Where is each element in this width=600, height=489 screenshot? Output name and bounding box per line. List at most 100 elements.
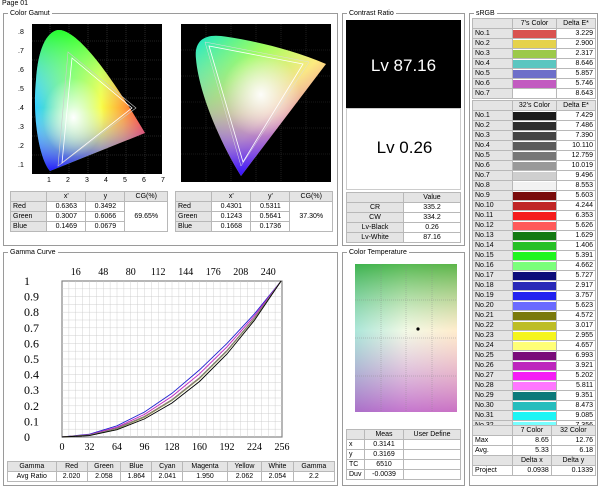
srgb-delta-value: 5.727 — [556, 270, 596, 281]
gamut-header: CG(%) — [124, 191, 168, 202]
srgb-row: No.19 3.757 — [472, 290, 596, 301]
gamut-value: 0.0679 — [85, 221, 126, 232]
gamma-table-header: Yellow — [226, 461, 263, 472]
gamma-bottom-tick: 256 — [275, 442, 290, 453]
color-swatch — [512, 250, 557, 261]
gamma-table-value-row: Avg Ratio 2.020 2.058 1.864 2.041 1.950 2.062 2… — [7, 471, 336, 482]
color-swatch — [512, 400, 557, 411]
xy-y-tick: .7 — [18, 48, 24, 55]
summary-max-label: Max — [472, 435, 513, 446]
gamma-bottom-tick: 64 — [112, 442, 122, 453]
srgb-row-label: No.4 — [472, 58, 513, 69]
srgb-row: No.4 10.110 — [472, 140, 596, 151]
gamma-table-row-label: Avg Ratio — [7, 471, 57, 482]
gamut-header — [9, 191, 48, 202]
gamma-table-value: 1.950 — [182, 471, 228, 482]
gamma-bottom-tick: 0 — [60, 442, 65, 453]
srgb-row: No.16 4.662 — [472, 260, 596, 271]
color-swatch-fill — [513, 271, 556, 280]
color-swatch-fill — [513, 221, 556, 230]
delta-header-y: Delta y — [550, 455, 597, 466]
contrast-label: CR — [346, 202, 404, 213]
color-swatch — [512, 390, 557, 401]
contrast-label: Lv-Black — [346, 222, 404, 233]
gamut-table-xy: x' y CG(%) Red 0.6363 0.3492 69.65% Gree… — [9, 191, 168, 232]
srgb-delta-value: 5.391 — [556, 250, 596, 261]
gamut-value: 0.3007 — [46, 211, 87, 222]
color-swatch — [512, 380, 557, 391]
srgb-row-label: No.16 — [472, 260, 513, 271]
gamma-top-tick: 176 — [206, 267, 221, 278]
srgb-row: No.17 5.727 — [472, 270, 596, 281]
gamut-header — [174, 191, 213, 202]
gamma-table-header-row: Gamma Red Green Blue Cyan Magenta Yellow White G… — [7, 461, 336, 472]
gamma-table-value: 2.041 — [151, 471, 184, 482]
xy-y-tick: .6 — [18, 67, 24, 74]
gamma-y-tick: 0.4 — [24, 368, 39, 382]
color-swatch-fill — [513, 411, 556, 420]
color-swatch-fill — [513, 231, 556, 240]
gamma-table-header: White — [261, 461, 294, 472]
srgb-row: No.1 7.429 — [472, 110, 596, 121]
color-swatch-fill — [513, 39, 556, 48]
color-temp-table: Meas User Define x 0.3141 y 0.3169 TC 6510 … — [346, 429, 461, 480]
srgb-row: No.23 2.955 — [472, 330, 596, 341]
srgb-row: No.6 5.746 — [472, 78, 596, 89]
cie-uv-diagram — [181, 24, 331, 182]
gamma-top-tick: 48 — [98, 267, 108, 278]
srgb-row: No.31 9.085 — [472, 410, 596, 421]
gamut-value: 0.6363 — [46, 201, 87, 212]
xy-x-ticks: 1 2 3 4 5 6 7 — [30, 177, 170, 185]
summary-max-7: 8.65 — [512, 435, 552, 446]
srgb-32-rows: No.1 7.429 No.2 7.486 No.3 7.390 No.4 10.110 No.… — [472, 110, 596, 431]
gamut-row-label: Green — [9, 211, 48, 222]
summary-header-7: 7 Color — [512, 425, 552, 436]
srgb-row-label: No.14 — [472, 240, 513, 251]
srgb-row: No.7 8.643 — [472, 88, 596, 99]
xy-y-tick: .3 — [18, 124, 24, 131]
color-gamut-title: Color Gamut — [8, 9, 52, 18]
color-swatch — [512, 200, 557, 211]
color-swatch-fill — [513, 111, 556, 120]
gamma-bottom-tick: 160 — [192, 442, 207, 453]
srgb-row: No.28 5.811 — [472, 380, 596, 391]
project-label: Project — [472, 465, 513, 476]
srgb-row: No.14 1.406 — [472, 240, 596, 251]
color-swatch-fill — [513, 351, 556, 360]
gamma-bottom-tick: 224 — [247, 442, 262, 453]
color-swatch-fill — [513, 141, 556, 150]
color-swatch — [512, 410, 557, 421]
contrast-value: 87.16 — [403, 232, 461, 243]
srgb-row: No.5 5.857 — [472, 68, 596, 79]
gamut-row-label: Blue — [9, 221, 48, 232]
gamma-y-tick: 0.3 — [24, 383, 39, 397]
gamma-bottom-tick: 192 — [220, 442, 235, 453]
srgb-header-color: 7's Color — [512, 18, 557, 29]
ct-user — [403, 469, 461, 480]
srgb-row: No.10 4.244 — [472, 200, 596, 211]
srgb-panel: sRGB 7's Color Delta E* No.1 3.229 No.2 2.9… — [469, 9, 598, 486]
color-swatch — [512, 290, 557, 301]
gamma-bottom-tick: 96 — [140, 442, 150, 453]
xy-y-tick: .8 — [18, 29, 24, 36]
srgb-delta-value: 10.019 — [556, 160, 596, 171]
srgb-row: No.8 8.553 — [472, 180, 596, 191]
srgb-row: No.6 10.019 — [472, 160, 596, 171]
color-swatch-fill — [513, 261, 556, 270]
srgb-row-label: No.6 — [472, 78, 513, 89]
srgb-row-label: No.4 — [472, 140, 513, 151]
srgb-row: No.7 9.496 — [472, 170, 596, 181]
gamma-top-tick: 240 — [261, 267, 276, 278]
ct-user — [403, 449, 461, 460]
gamma-top-tick: 16 — [71, 267, 81, 278]
srgb-row-label: No.12 — [472, 220, 513, 231]
gamma-table-value: 2.054 — [261, 471, 294, 482]
srgb-delta-value: 5.623 — [556, 300, 596, 311]
srgb-row: No.29 9.351 — [472, 390, 596, 401]
gamma-y-tick: 0.9 — [24, 290, 39, 304]
color-swatch — [512, 220, 557, 231]
summary-max-32: 12.76 — [550, 435, 597, 446]
srgb-row: No.9 5.603 — [472, 190, 596, 201]
color-swatch-fill — [513, 89, 556, 98]
srgb-row-label: No.8 — [472, 180, 513, 191]
